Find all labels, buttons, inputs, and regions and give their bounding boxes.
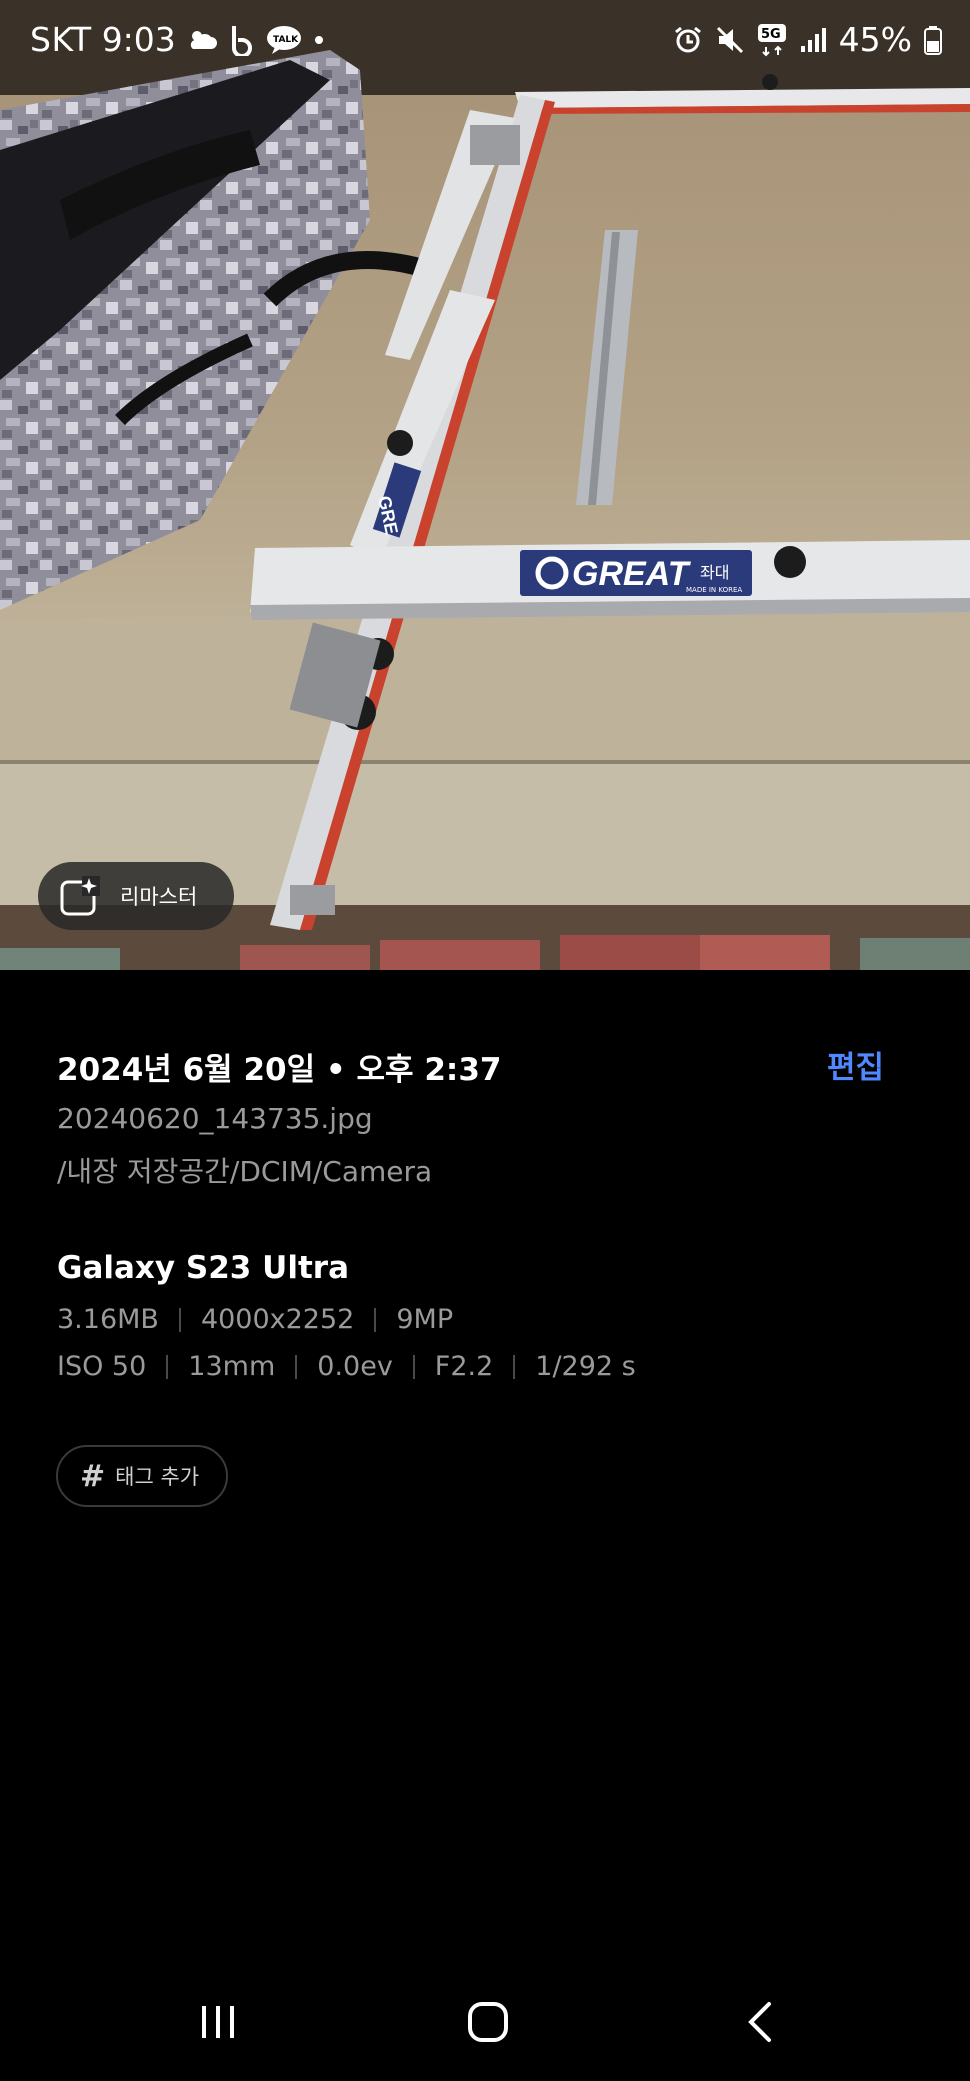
- divider: [178, 1307, 181, 1332]
- cloud-sun-icon: [186, 27, 218, 53]
- divider: [374, 1307, 377, 1332]
- aperture: F2.2: [434, 1351, 494, 1382]
- battery-percent: 45%: [838, 20, 912, 59]
- divider: [412, 1354, 415, 1379]
- file-size: 3.16MB: [57, 1304, 159, 1335]
- battery-icon: [924, 25, 942, 55]
- sign-small: MADE IN KOREA: [686, 586, 742, 594]
- remaster-label: 리마스터: [120, 885, 198, 909]
- mute-icon: [715, 25, 745, 55]
- carrier-label: SKT: [30, 20, 92, 59]
- megapixels: 9MP: [396, 1304, 454, 1335]
- status-bar-left: SKT 9:03 TALK: [30, 20, 326, 59]
- edit-button[interactable]: 편집: [827, 1042, 884, 1087]
- divider: [166, 1354, 169, 1379]
- 5g-icon: 5G: [757, 23, 787, 57]
- capture-date: 2024년 6월 20일 • 오후 2:37: [57, 1052, 502, 1088]
- device-model: Galaxy S23 Ultra: [57, 1250, 349, 1286]
- add-tag-label: 태그 추가: [115, 1465, 200, 1489]
- recent-apps-button[interactable]: [178, 1990, 258, 2054]
- shutter-speed: 1/292 s: [535, 1351, 636, 1382]
- navigation-bar: [0, 1980, 970, 2068]
- kakaotalk-icon: TALK: [266, 25, 302, 55]
- back-chevron-icon: [745, 2000, 775, 2044]
- signal-icon: [799, 26, 827, 54]
- sign-text: GREAT: [572, 555, 692, 593]
- back-button[interactable]: [720, 1990, 800, 2054]
- svg-text:TALK: TALK: [273, 35, 299, 45]
- remaster-button[interactable]: 리마스터: [38, 862, 234, 930]
- divider: [295, 1354, 298, 1379]
- recent-apps-icon: [196, 2002, 240, 2042]
- network-type: 5G: [761, 27, 781, 42]
- alarm-icon: [673, 25, 703, 55]
- divider: [513, 1354, 516, 1379]
- remaster-sparkle-icon: [58, 874, 102, 918]
- hashtag-icon: #: [80, 1458, 106, 1494]
- sign-suffix: 좌대: [700, 563, 729, 582]
- camera-info-row: ISO 50 13mm 0.0ev F2.2 1/292 s: [57, 1351, 636, 1382]
- b-app-icon: [228, 24, 256, 56]
- home-button[interactable]: [448, 1990, 528, 2054]
- file-name: 20240620_143735.jpg: [57, 1102, 373, 1135]
- status-bar-right: 5G 45%: [673, 20, 942, 59]
- file-path: /내장 저장공간/DCIM/Camera: [57, 1155, 433, 1188]
- photo-image: GREAT 좌대 MADE IN KOREA GRE: [0, 0, 970, 970]
- add-tag-button[interactable]: # 태그 추가: [56, 1445, 228, 1507]
- focal-length: 13mm: [188, 1351, 276, 1382]
- exposure-value: 0.0ev: [317, 1351, 393, 1382]
- resolution: 4000x2252: [200, 1304, 355, 1335]
- details-panel: 2024년 6월 20일 • 오후 2:37 편집 20240620_14373…: [0, 970, 970, 2081]
- file-info-row: 3.16MB 4000x2252 9MP: [57, 1304, 453, 1335]
- iso-value: ISO 50: [57, 1351, 147, 1382]
- status-bar: SKT 9:03 TALK 5G 45%: [0, 0, 970, 86]
- clock-time: 9:03: [101, 20, 176, 59]
- home-icon: [466, 2000, 510, 2044]
- dot-icon: [312, 33, 326, 47]
- photo-viewer[interactable]: GREAT 좌대 MADE IN KOREA GRE: [0, 0, 970, 970]
